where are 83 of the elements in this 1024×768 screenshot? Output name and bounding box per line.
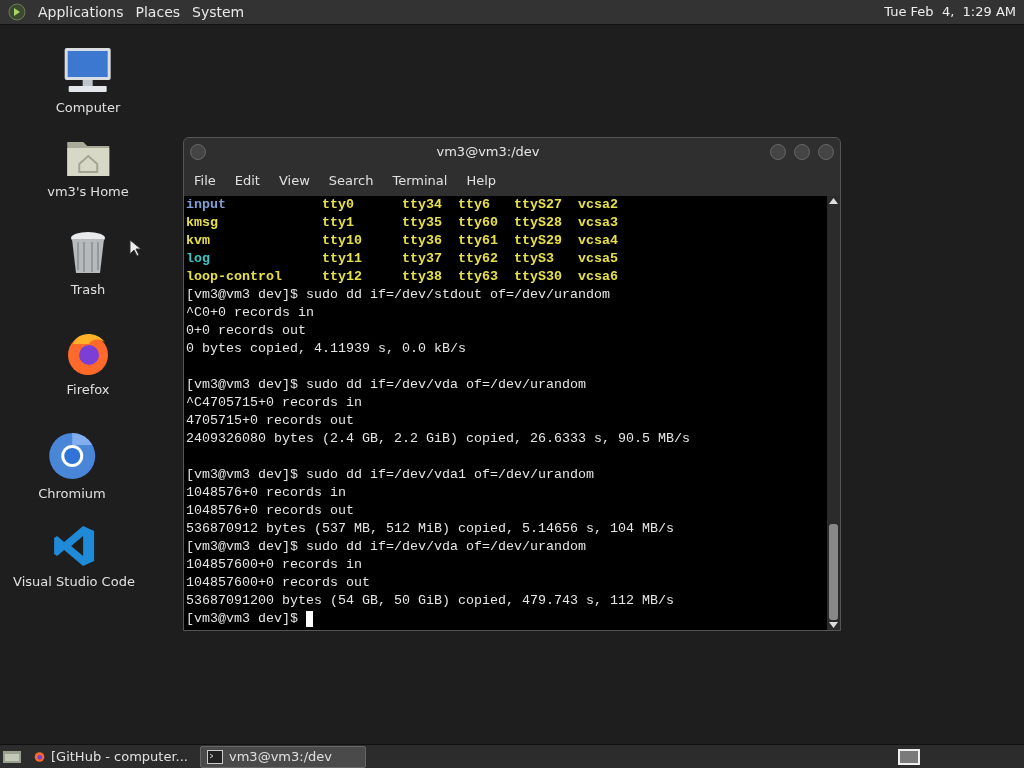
- desktop-icon-label[interactable]: Trash: [70, 280, 106, 300]
- panel-menu[interactable]: Places: [135, 1, 181, 23]
- menu-logo-icon[interactable]: [8, 3, 26, 21]
- scrollbar[interactable]: [827, 196, 840, 630]
- file-name: kvm: [186, 232, 211, 250]
- terminal-prompt: [vm3@vm3 dev]$: [186, 610, 298, 628]
- terminal-line: 104857600+0 records out: [186, 575, 370, 590]
- file-name: ttyS28: [513, 214, 563, 232]
- file-name: tty11: [321, 250, 363, 268]
- terminal-icon: [207, 749, 223, 764]
- terminal-line: 1048576+0 records out: [186, 503, 354, 518]
- terminal-line: 4705715+0 records out: [186, 413, 354, 428]
- terminal-line: 2409326080 bytes (2.4 GB, 2.2 GiB) copied, 26.6333 s, 90.5 MB/s: [186, 431, 690, 446]
- terminal-line: [vm3@vm3 dev]$ sudo dd if=/dev/stdout of=/dev/urandom: [186, 287, 610, 302]
- menu-item[interactable]: Help: [466, 171, 497, 191]
- file-name: vcsa4: [577, 232, 619, 250]
- terminal-line: ^C0+0 records in: [186, 305, 314, 320]
- desktop-icon-label[interactable]: Chromium: [38, 484, 106, 504]
- file-name: tty10: [321, 232, 363, 250]
- file-name: ttyS30: [513, 268, 563, 286]
- file-name: tty36: [401, 232, 443, 250]
- file-name: tty62: [457, 250, 499, 268]
- maximize-button[interactable]: [794, 144, 810, 160]
- terminal-line: 104857600+0 records in: [186, 557, 362, 572]
- taskbar-button[interactable]: vm3@vm3:/dev: [200, 745, 366, 768]
- file-name: tty63: [457, 268, 499, 286]
- file-name: vcsa6: [577, 268, 619, 286]
- file-name: tty60: [457, 214, 499, 232]
- file-name: vcsa2: [577, 196, 619, 214]
- terminal-line: [vm3@vm3 dev]$ sudo dd if=/dev/vda1 of=/dev/urandom: [186, 467, 594, 482]
- menu-item[interactable]: Edit: [234, 171, 260, 191]
- show-desktop-icon[interactable]: [2, 748, 22, 765]
- terminal-line: 53687091200 bytes (54 GB, 50 GiB) copied, 479.743 s, 112 MB/s: [186, 593, 674, 608]
- terminal-line: 0 bytes copied, 4.11939 s, 0.0 kB/s: [186, 341, 466, 356]
- file-name: tty35: [401, 214, 443, 232]
- menu-item[interactable]: File: [194, 171, 216, 191]
- menu-item[interactable]: Terminal: [392, 171, 448, 191]
- file-name: input: [186, 196, 227, 214]
- file-name: tty38: [401, 268, 443, 286]
- file-name: kmsg: [186, 214, 219, 232]
- window-title: vm3@vm3:/dev: [435, 143, 541, 162]
- terminal-line: [vm3@vm3 dev]$ sudo dd if=/dev/vda of=/dev/urandom: [186, 377, 586, 392]
- file-name: ttyS3: [513, 250, 555, 268]
- file-name: tty61: [457, 232, 499, 250]
- file-name: tty1: [321, 214, 355, 232]
- desktop-icon-label[interactable]: Firefox: [66, 380, 110, 400]
- window-menu-button[interactable]: [190, 144, 206, 160]
- file-name: tty12: [321, 268, 363, 286]
- menu-item[interactable]: Search: [328, 171, 374, 191]
- file-name: tty0: [321, 196, 355, 214]
- menu-item[interactable]: View: [278, 171, 310, 191]
- terminal-line: ^C4705715+0 records in: [186, 395, 362, 410]
- terminal-line: 1048576+0 records in: [186, 485, 346, 500]
- mouse-pointer-icon: [129, 239, 141, 257]
- scrollbar-thumb[interactable]: [829, 524, 838, 620]
- scroll-up-icon[interactable]: [829, 198, 838, 204]
- scroll-down-icon[interactable]: [829, 622, 838, 628]
- file-name: log: [186, 250, 211, 268]
- file-name: vcsa5: [577, 250, 619, 268]
- file-name: ttyS27: [513, 196, 563, 214]
- desktop-icon-label[interactable]: Visual Studio Code: [13, 572, 135, 592]
- trash-icon: [68, 230, 108, 276]
- code-editor-icon: [52, 524, 96, 568]
- desktop-icon-label[interactable]: Computer: [55, 98, 121, 118]
- terminal-line: 536870912 bytes (537 MB, 512 MiB) copied, 5.14656 s, 104 MB/s: [186, 521, 674, 536]
- terminal-line: [vm3@vm3 dev]$ sudo dd if=/dev/vda of=/dev/urandom: [186, 539, 586, 554]
- chromium-icon: [48, 432, 96, 480]
- computer-icon: [63, 46, 113, 94]
- minimize-button[interactable]: [770, 144, 786, 160]
- file-name: ttyS29: [513, 232, 563, 250]
- file-name: tty6: [457, 196, 491, 214]
- file-name: tty34: [401, 196, 443, 214]
- terminal-line: 0+0 records out: [186, 323, 306, 338]
- workspace-switcher[interactable]: [898, 748, 920, 765]
- file-name: loop-control: [186, 268, 283, 286]
- clock[interactable]: Tue Feb 4, 1:29 AM: [884, 2, 1016, 22]
- panel-menu[interactable]: System: [192, 1, 245, 23]
- file-name: vcsa3: [577, 214, 619, 232]
- desktop-icon-label[interactable]: vm3's Home: [47, 182, 129, 202]
- panel-menu[interactable]: Applications: [38, 1, 124, 23]
- file-name: tty37: [401, 250, 443, 268]
- close-button[interactable]: [818, 144, 834, 160]
- taskbar-button[interactable]: [GitHub - computer...: [28, 745, 194, 768]
